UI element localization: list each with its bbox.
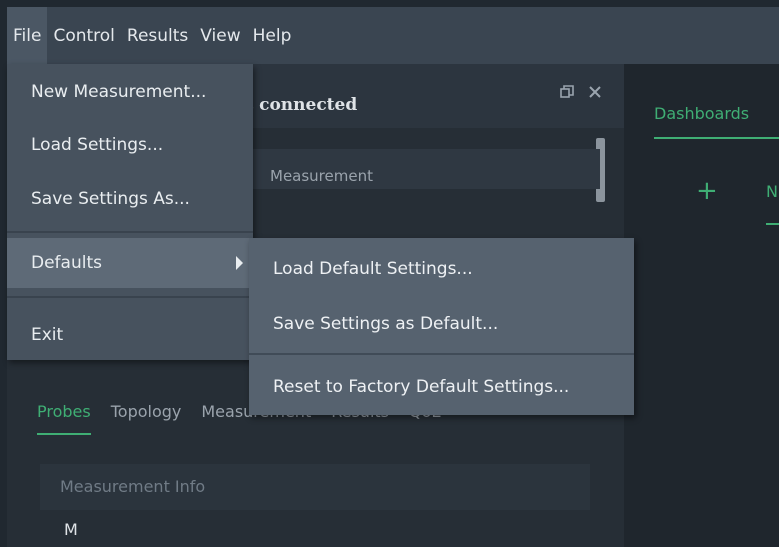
restore-window-icon[interactable] — [560, 84, 574, 104]
menu-separator — [249, 353, 634, 355]
menu-item-save-settings-as-default[interactable]: Save Settings as Default... — [249, 306, 634, 342]
menu-item-exit[interactable]: Exit — [7, 317, 253, 353]
menu-view[interactable]: View — [194, 7, 246, 64]
measurement-info-box[interactable]: Measurement Info — [40, 464, 590, 510]
menu-bar: File Control Results View Help — [7, 7, 779, 64]
file-menu: New Measurement... Load Settings... Save… — [7, 64, 253, 360]
menu-item-save-settings-as[interactable]: Save Settings As... — [7, 181, 253, 217]
menu-item-new-measurement[interactable]: New Measurement... — [7, 74, 253, 110]
close-icon[interactable] — [588, 84, 602, 104]
tab-dashboards[interactable]: Dashboards — [654, 104, 779, 139]
tab-probes[interactable]: Probes — [37, 402, 91, 435]
measurement-strip-label: Measurement — [270, 167, 373, 185]
add-dashboard-icon[interactable]: + — [696, 176, 718, 206]
menu-item-defaults-label: Defaults — [31, 253, 102, 273]
dashboard-subtab[interactable]: N — [766, 182, 779, 225]
menu-item-defaults[interactable]: Defaults — [7, 238, 253, 288]
menu-item-reset-factory-defaults[interactable]: Reset to Factory Default Settings... — [249, 369, 634, 405]
menu-control[interactable]: Control — [47, 7, 120, 64]
bottom-text: M — [64, 520, 78, 539]
menu-separator — [7, 296, 253, 298]
menu-item-load-default-settings[interactable]: Load Default Settings... — [249, 251, 634, 287]
menu-file[interactable]: File — [7, 7, 48, 64]
menu-separator — [7, 231, 253, 233]
menu-help[interactable]: Help — [247, 7, 298, 64]
measurement-info-label: Measurement Info — [60, 477, 206, 496]
defaults-submenu: Load Default Settings... Save Settings a… — [249, 238, 634, 415]
tab-topology[interactable]: Topology — [111, 402, 182, 435]
app-window: File Control Results View Help ot connec… — [0, 0, 779, 547]
menu-results[interactable]: Results — [121, 7, 194, 64]
menu-item-load-settings[interactable]: Load Settings... — [7, 127, 253, 163]
right-dock-panel: Dashboards + N — [624, 64, 779, 547]
chevron-right-icon — [236, 256, 243, 270]
